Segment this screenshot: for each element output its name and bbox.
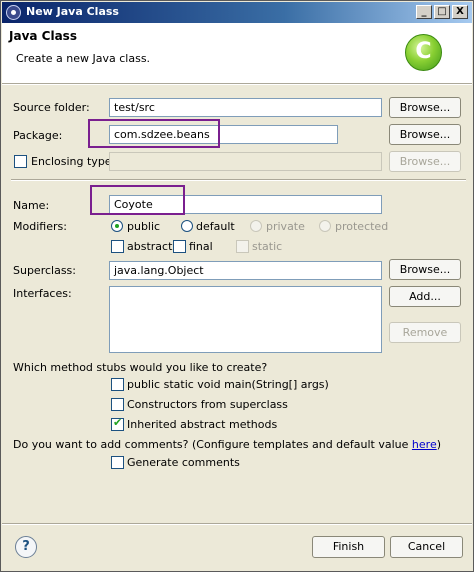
constructors-label: Constructors from superclass [127,398,288,411]
cancel-button[interactable]: Cancel [390,536,463,558]
footer-separator [2,523,472,525]
comments-question-suffix: ) [436,438,442,451]
comments-question: Do you want to add comments? (Configure … [13,438,441,451]
modifiers-label: Modifiers: [13,220,67,233]
finish-button[interactable]: Finish [312,536,385,558]
package-label: Package: [13,129,63,142]
modifier-final-label: final [189,240,213,253]
generate-comments-label: Generate comments [127,456,240,469]
superclass-browse-button[interactable]: Browse... [389,259,461,280]
close-button[interactable]: X [452,5,468,19]
modifier-abstract-checkbox[interactable] [111,240,124,253]
enclosing-type-checkbox[interactable] [14,155,27,168]
wizard-header: Java Class Create a new Java class. C [2,23,472,83]
section-separator [11,179,466,181]
modifier-static-checkbox [236,240,249,253]
java-class-logo-icon: C [405,34,442,71]
modifier-abstract-label: abstract [127,240,173,253]
main-method-checkbox[interactable] [111,378,124,391]
help-icon[interactable]: ? [15,536,37,558]
superclass-field[interactable]: java.lang.Object [109,261,382,280]
inherited-abstract-label: Inherited abstract methods [127,418,278,431]
page-title: Java Class [9,29,77,43]
modifier-public-radio[interactable] [111,220,123,232]
configure-templates-link[interactable]: here [412,438,437,451]
source-folder-browse-button[interactable]: Browse... [389,97,461,118]
modifier-public-label: public [127,220,161,233]
enclosing-type-field [109,152,382,171]
modifier-private-label: private [266,220,305,233]
remove-interface-button: Remove [389,322,461,343]
modifier-private-radio [250,220,262,232]
minimize-button[interactable]: _ [416,5,432,19]
modifier-default-radio[interactable] [181,220,193,232]
constructors-checkbox[interactable] [111,398,124,411]
add-interface-button[interactable]: Add... [389,286,461,307]
modifier-static-label: static [252,240,283,253]
eclipse-icon [6,5,21,20]
comments-question-text: Do you want to add comments? (Configure … [13,438,412,451]
enclosing-type-label: Enclosing type: [31,155,116,168]
package-browse-button[interactable]: Browse... [389,124,461,145]
modifier-protected-radio [319,220,331,232]
source-folder-label: Source folder: [13,101,90,114]
modifier-default-label: default [196,220,235,233]
generate-comments-checkbox[interactable] [111,456,124,469]
name-highlight-box [90,185,185,215]
name-label: Name: [13,199,50,212]
superclass-label: Superclass: [13,264,76,277]
main-method-label: public static void main(String[] args) [127,378,329,391]
header-separator [2,83,472,85]
window-title: New Java Class [26,5,119,18]
title-bar[interactable]: New Java Class _ □ X [2,2,472,23]
method-stubs-question: Which method stubs would you like to cre… [13,361,268,374]
enclosing-type-browse-button: Browse... [389,151,461,172]
page-description: Create a new Java class. [16,52,151,65]
new-java-class-dialog: New Java Class _ □ X Java Class Create a… [0,0,474,572]
modifier-final-checkbox[interactable] [173,240,186,253]
modifier-protected-label: protected [335,220,389,233]
source-folder-field[interactable]: test/src [109,98,382,117]
interfaces-list[interactable] [109,286,382,353]
maximize-button[interactable]: □ [434,5,450,19]
interfaces-label: Interfaces: [13,287,72,300]
package-highlight-box [88,119,220,148]
inherited-abstract-checkbox[interactable] [111,416,124,431]
